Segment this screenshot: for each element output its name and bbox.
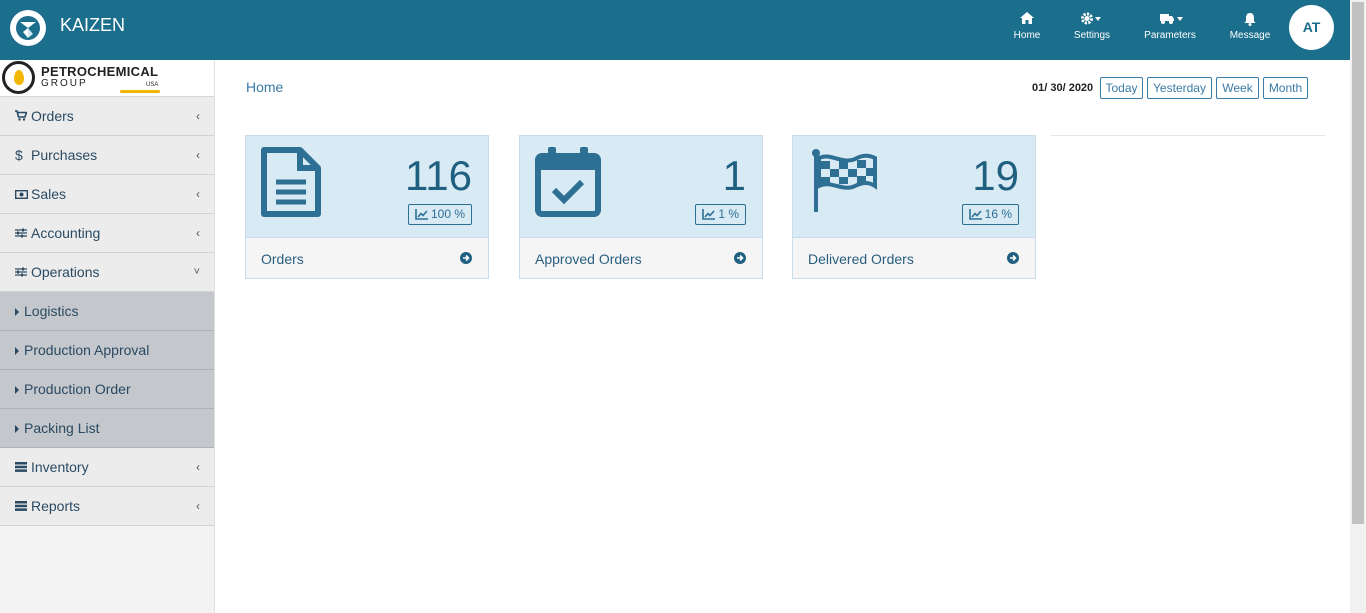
sliders-icon — [15, 254, 29, 292]
page-scrollbar[interactable] — [1350, 0, 1366, 613]
chevron-left-icon: ‹ — [196, 148, 200, 162]
sidebar: PETROCHEMICAL GROUP USA Orders ‹ $ Purcha… — [0, 60, 215, 613]
sidebar-item-reports[interactable]: Reports ‹ — [0, 487, 214, 526]
stat-percent-badge: 100 % — [407, 204, 472, 225]
sidebar-subitem-label: Logistics — [24, 303, 79, 319]
dollar-icon: $ — [15, 147, 23, 163]
nav-home[interactable]: Home — [1012, 12, 1042, 41]
server-icon — [15, 449, 29, 487]
breadcrumb[interactable]: Home — [246, 79, 283, 95]
sidebar-subitem-packing-list[interactable]: Packing List — [0, 409, 214, 448]
chevron-left-icon: ‹ — [196, 226, 200, 240]
nav-message[interactable]: Message — [1228, 12, 1272, 41]
line-chart-icon — [415, 209, 428, 220]
top-navbar: KAIZEN Home Settings Parameters Message … — [0, 0, 1350, 60]
stat-value: 19 — [972, 152, 1019, 199]
arrow-circle-right-icon[interactable] — [460, 252, 472, 264]
calendar-check-icon — [534, 146, 602, 223]
nav-home-label: Home — [1013, 30, 1041, 41]
truck-icon — [1142, 12, 1198, 28]
gear-icon — [1072, 12, 1112, 28]
brand-line-3: USA — [146, 82, 159, 88]
chevron-left-icon: ‹ — [196, 187, 200, 201]
user-avatar[interactable]: AT — [1289, 5, 1334, 50]
stat-percent: 100 % — [430, 207, 465, 221]
sidebar-item-label: Accounting — [31, 225, 101, 241]
nav-parameters-label: Parameters — [1144, 30, 1196, 41]
brand-line-1: PETROCHEMICAL — [41, 64, 159, 79]
stat-card-delivered-orders[interactable]: 19 16 % Delivered Orders — [792, 135, 1036, 279]
home-icon — [1012, 12, 1042, 28]
sidebar-subitem-logistics[interactable]: Logistics — [0, 292, 214, 331]
divider — [1051, 135, 1325, 136]
brand-swoosh — [120, 90, 160, 93]
chevron-left-icon: ‹ — [196, 460, 200, 474]
company-logo: PETROCHEMICAL GROUP USA — [0, 60, 214, 97]
app-logo-icon[interactable] — [10, 10, 46, 46]
sidebar-subitem-label: Packing List — [24, 420, 100, 436]
chevron-down-icon: ˅ — [193, 266, 200, 278]
range-yesterday-button[interactable]: Yesterday — [1147, 77, 1212, 99]
caret-right-icon — [15, 347, 19, 355]
nav-parameters[interactable]: Parameters — [1142, 12, 1198, 41]
sidebar-item-operations[interactable]: Operations ˅ — [0, 253, 214, 292]
server-icon — [15, 488, 29, 526]
stat-card-orders[interactable]: 116 100 % Orders — [245, 135, 489, 279]
sidebar-subitem-production-order[interactable]: Production Order — [0, 370, 214, 409]
range-month-button[interactable]: Month — [1263, 77, 1308, 99]
stat-label: Approved Orders — [535, 251, 642, 267]
line-chart-icon — [968, 209, 982, 220]
date-display: 01/ 30/ 2020 — [1032, 82, 1094, 94]
sidebar-item-label: Orders — [31, 108, 74, 124]
sidebar-subitem-production-approval[interactable]: Production Approval — [0, 331, 214, 370]
sidebar-item-purchases[interactable]: $ Purchases ‹ — [0, 136, 214, 175]
money-icon — [14, 176, 29, 214]
caret-right-icon — [15, 308, 19, 316]
sidebar-item-label: Sales — [31, 186, 67, 202]
sidebar-item-sales[interactable]: Sales ‹ — [0, 175, 214, 214]
oil-drop-icon — [2, 61, 35, 94]
file-icon — [260, 146, 322, 223]
caret-right-icon — [15, 425, 19, 433]
nav-settings[interactable]: Settings — [1072, 12, 1112, 41]
stat-label: Delivered Orders — [808, 251, 914, 267]
sidebar-subitem-label: Production Order — [24, 381, 131, 397]
app-title: KAIZEN — [60, 15, 126, 35]
stat-card-approved-orders[interactable]: 1 1 % Approved Orders — [519, 135, 763, 279]
stat-percent-badge: 16 % — [961, 204, 1019, 225]
range-week-button[interactable]: Week — [1216, 77, 1259, 99]
stat-value: 116 — [405, 152, 472, 199]
arrow-circle-right-icon[interactable] — [734, 252, 746, 264]
chevron-left-icon: ‹ — [196, 109, 200, 123]
cart-icon — [15, 98, 29, 136]
caret-right-icon — [15, 386, 19, 394]
sidebar-item-orders[interactable]: Orders ‹ — [0, 97, 214, 136]
nav-settings-label: Settings — [1073, 30, 1111, 41]
brand-line-2: GROUP — [41, 78, 88, 89]
flag-checkered-icon — [807, 146, 877, 217]
sidebar-item-label: Inventory — [31, 459, 89, 475]
scrollbar-thumb[interactable] — [1352, 2, 1364, 524]
stat-percent-badge: 1 % — [695, 204, 746, 225]
arrow-circle-right-icon[interactable] — [1007, 252, 1019, 264]
sidebar-subitem-label: Production Approval — [24, 342, 150, 358]
sidebar-item-label: Reports — [31, 498, 81, 514]
stat-value: 1 — [722, 152, 746, 199]
chevron-left-icon: ‹ — [196, 499, 200, 513]
bell-icon — [1228, 12, 1272, 28]
nav-message-label: Message — [1229, 30, 1271, 41]
stat-percent: 1 % — [718, 207, 739, 221]
line-chart-icon — [702, 209, 716, 220]
sidebar-item-inventory[interactable]: Inventory ‹ — [0, 448, 214, 487]
range-today-button[interactable]: Today — [1100, 77, 1143, 99]
sliders-icon — [15, 215, 29, 253]
sidebar-item-accounting[interactable]: Accounting ‹ — [0, 214, 214, 253]
stat-percent: 16 % — [984, 207, 1012, 221]
sidebar-item-label: Purchases — [31, 147, 98, 163]
sidebar-item-label: Operations — [31, 264, 100, 280]
stat-label: Orders — [261, 251, 304, 267]
